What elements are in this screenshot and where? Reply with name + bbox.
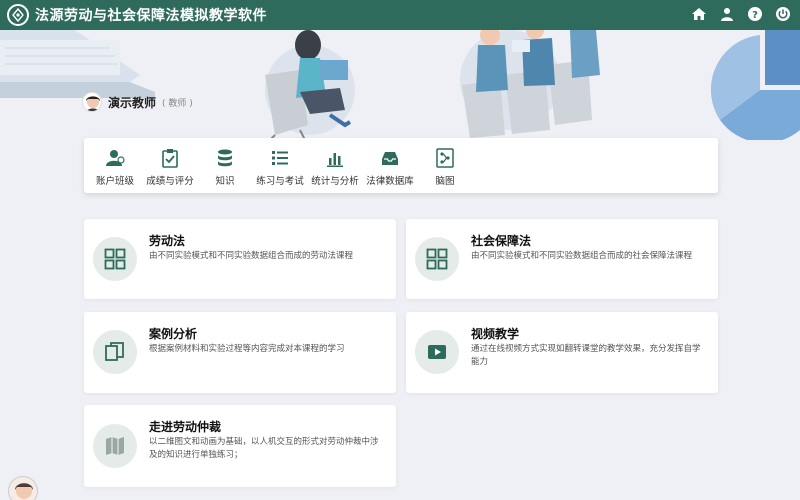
card-description: 通过在线视频方式实现如翻转课堂的教学效果，充分发挥自学能力 — [471, 344, 701, 367]
video-icon — [415, 330, 459, 374]
card-title: 视频教学 — [471, 327, 520, 341]
list-icon — [270, 148, 290, 168]
inbox-icon — [380, 148, 400, 168]
card-title: 劳动法 — [149, 234, 186, 248]
card-video-teaching[interactable]: 视频教学 通过在线视频方式实现如翻转课堂的教学效果，充分发挥自学能力 — [406, 312, 718, 393]
card-social-security-law[interactable]: 社会保障法 由不同实验模式和不同实验数据组合而成的社会保障法课程 — [406, 219, 718, 299]
card-labor-arbitration[interactable]: 走进劳动仲裁 以二维图文和动画为基础，以人机交互的形式对劳动仲裁中涉及的知识进行… — [84, 405, 396, 487]
toolbar-item-label: 法律数据库 — [366, 176, 414, 187]
card-title: 走进劳动仲裁 — [149, 420, 222, 434]
toolbar-item-mindmap[interactable]: 脑图 — [418, 138, 472, 193]
card-description: 以二维图文和动画为基础，以人机交互的形式对劳动仲裁中涉及的知识进行单独练习； — [149, 437, 379, 460]
toolbar-item-law-database[interactable]: 法律数据库 — [363, 138, 417, 193]
title-bar: 法源劳动与社会保障法模拟教学软件 ? — [0, 0, 800, 30]
app-logo-icon — [7, 4, 29, 26]
grid-icon — [415, 237, 459, 281]
map-icon — [93, 424, 137, 468]
user-info: 演示教师 ( 教师 ) — [82, 92, 193, 112]
user-name: 演示教师 — [108, 95, 157, 110]
toolbar-item-exercise[interactable]: 练习与考试 — [253, 138, 307, 193]
group-illustration — [462, 30, 600, 138]
toolbar-item-grades[interactable]: 成绩与评分 — [143, 138, 197, 193]
card-description: 根据案例材料和实验过程等内容完成对本课程的学习 — [149, 344, 345, 354]
card-labor-law[interactable]: 劳动法 由不同实验模式和不同实验数据组合而成的劳动法课程 — [84, 219, 396, 299]
toolbar-item-statistics[interactable]: 统计与分析 — [308, 138, 362, 193]
pie-chart-illustration — [710, 30, 800, 140]
help-icon[interactable]: ? — [746, 5, 764, 23]
toolbar-item-label: 脑图 — [435, 176, 455, 187]
assistant-avatar[interactable] — [8, 476, 38, 500]
copy-icon — [93, 330, 137, 374]
toolbar-item-label: 成绩与评分 — [146, 176, 194, 187]
toolbar-item-accounts[interactable]: 账户班级 — [88, 138, 142, 193]
users-icon — [105, 148, 125, 168]
toolbar-item-label: 练习与考试 — [256, 176, 304, 187]
toolbar-item-label: 统计与分析 — [311, 176, 359, 187]
main-toolbar: 账户班级 成绩与评分 知识 练习与考试 统计与分析 法律数据库 脑图 — [84, 138, 718, 193]
grid-icon — [93, 237, 137, 281]
card-title: 案例分析 — [149, 327, 198, 341]
app-title: 法源劳动与社会保障法模拟教学软件 — [35, 8, 267, 24]
card-description: 由不同实验模式和不同实验数据组合而成的社会保障法课程 — [471, 251, 693, 261]
home-icon[interactable] — [690, 5, 708, 23]
avatar[interactable] — [82, 92, 102, 112]
card-description: 由不同实验模式和不同实验数据组合而成的劳动法课程 — [149, 251, 354, 261]
laptop-illustration — [0, 30, 155, 98]
card-case-analysis[interactable]: 案例分析 根据案例材料和实验过程等内容完成对本课程的学习 — [84, 312, 396, 393]
power-icon[interactable] — [774, 5, 792, 23]
bar-chart-icon — [325, 148, 345, 168]
user-role: ( 教师 ) — [162, 98, 193, 109]
clipboard-check-icon — [160, 148, 180, 168]
user-icon[interactable] — [718, 5, 736, 23]
mindmap-icon — [435, 148, 455, 168]
card-title: 社会保障法 — [471, 234, 532, 248]
banner-illustration — [0, 30, 800, 140]
toolbar-item-label: 账户班级 — [95, 176, 134, 187]
toolbar-item-label: 知识 — [215, 176, 235, 187]
toolbar-item-knowledge[interactable]: 知识 — [198, 138, 252, 193]
database-icon — [215, 148, 235, 168]
svg-text:?: ? — [752, 10, 758, 21]
